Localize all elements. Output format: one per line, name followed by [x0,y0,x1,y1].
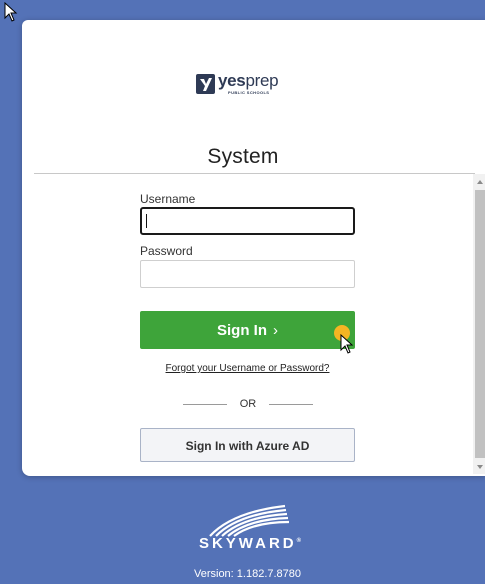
azure-ad-sign-in-button[interactable]: Sign In with Azure AD [140,428,355,462]
or-text: OR [239,398,257,410]
sign-in-label: Sign In [217,322,267,339]
or-separator: OR [183,398,313,412]
sign-in-button[interactable]: Sign In › [140,311,355,349]
text-caret [146,214,147,228]
username-label: Username [140,192,196,206]
skyward-logo: SKYWARD® [198,535,302,552]
yesprep-logo: yesprep PUBLIC SCHOOLS [196,71,316,97]
scroll-down-icon[interactable] [477,465,483,469]
mouse-pointer-icon [340,334,354,354]
mouse-pointer-icon [4,2,18,22]
username-input[interactable] [140,207,355,235]
scroll-up-icon[interactable] [477,180,483,184]
page-title: System [207,145,279,168]
or-line-left [183,404,227,405]
brand-subtitle: PUBLIC SCHOOLS [228,90,270,95]
scrollbar-thumb[interactable] [475,190,485,458]
password-input[interactable] [140,260,355,288]
version-text: Version: 1.182.7.8780 [193,568,302,580]
chevron-right-icon: › [273,322,278,339]
or-line-right [269,404,313,405]
title-divider [34,173,475,174]
password-label: Password [140,244,193,258]
brand-name: yesprep [218,71,279,90]
yesprep-logo-icon [196,74,215,94]
forgot-credentials-link[interactable]: Forgot your Username or Password? [0,363,485,374]
